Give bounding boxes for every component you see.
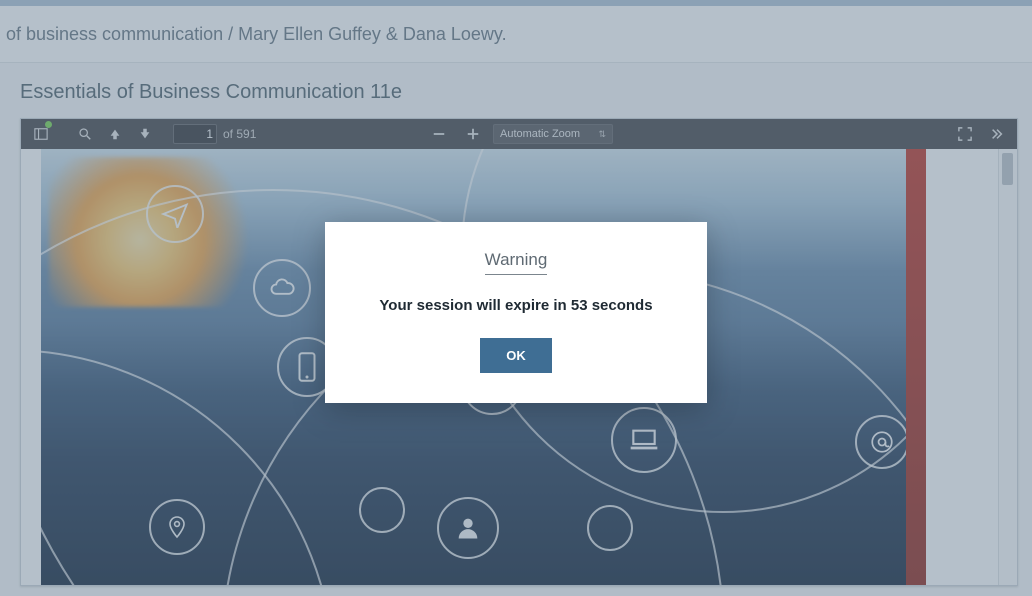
modal-overlay: Warning Your session will expire in 53 s… [0, 0, 1032, 596]
dialog-title: Warning [485, 250, 548, 275]
ok-button[interactable]: OK [480, 338, 552, 373]
dialog-message: Your session will expire in 53 seconds [351, 297, 681, 314]
session-warning-dialog: Warning Your session will expire in 53 s… [325, 222, 707, 403]
